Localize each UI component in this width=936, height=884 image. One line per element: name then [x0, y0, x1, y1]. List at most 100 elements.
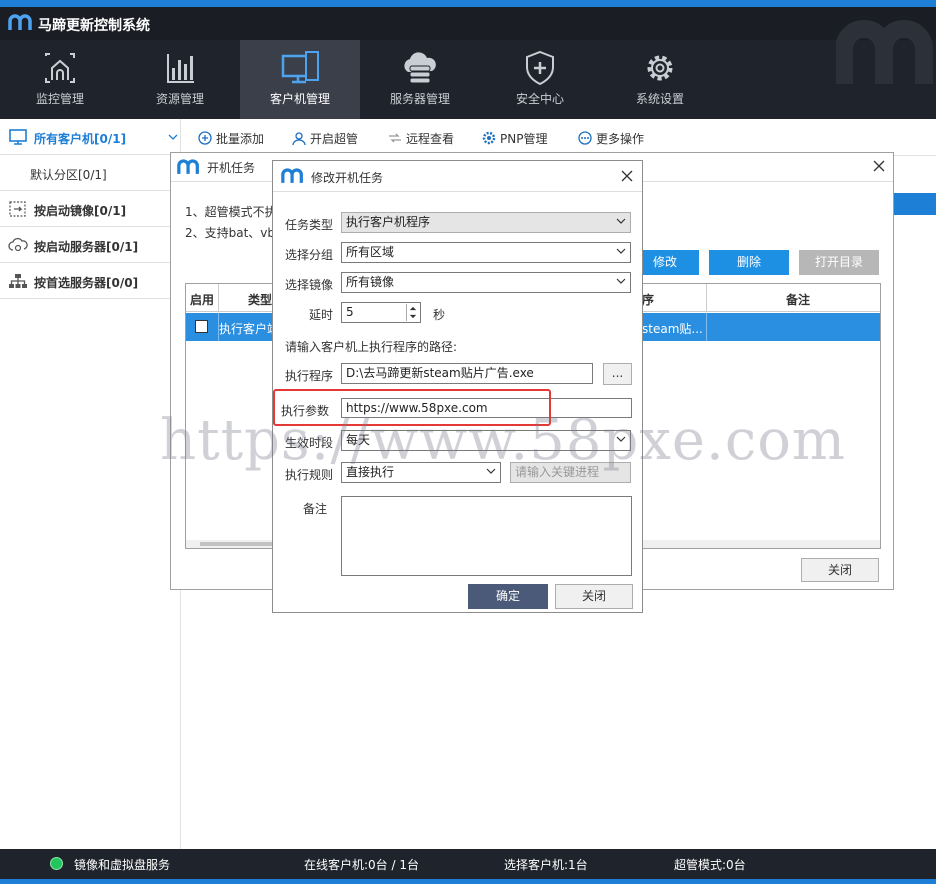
highlight-box: [273, 389, 551, 426]
user-icon: [292, 132, 306, 145]
sidebar-item-label: 按启动服务器[0/1]: [34, 240, 139, 254]
delay-label: 延时: [309, 308, 334, 322]
nav-label: 监控管理: [35, 92, 84, 106]
sidebar-item-label: 所有客户机[0/1]: [34, 132, 127, 146]
monitor-icon: [9, 129, 27, 145]
pnp-label: PNP管理: [500, 132, 548, 146]
chevron-down-icon: [486, 468, 496, 474]
sidebar-item-label: 按启动镜像[0/1]: [34, 204, 127, 218]
app-logo-icon: [8, 14, 32, 30]
stepper-arrows[interactable]: [406, 304, 419, 321]
period-select[interactable]: 每天: [341, 430, 631, 451]
group-value: 所有区域: [346, 245, 395, 259]
nav-settings[interactable]: 系统设置: [600, 40, 720, 119]
nav-label: 安全中心: [515, 92, 564, 106]
program-label: 执行程序: [285, 369, 334, 383]
sidebar-item-all-clients[interactable]: 所有客户机[0/1]: [0, 119, 180, 155]
batch-add-label: 批量添加: [216, 132, 265, 146]
home-monitor-icon: [45, 53, 75, 83]
dialog-title: 修改开机任务: [311, 171, 384, 185]
browse-button[interactable]: ...: [603, 363, 632, 385]
image-label: 选择镜像: [285, 278, 334, 292]
service-status: 镜像和虚拟盘服务: [74, 858, 171, 872]
sidebar-item-by-image[interactable]: 按启动镜像[0/1]: [0, 191, 180, 227]
remote-view-button[interactable]: 远程查看: [388, 130, 454, 147]
note-line-2: 2、支持bat、vb: [185, 226, 276, 240]
program-path-input[interactable]: D:\去马蹄更新steam贴片广告.exe: [341, 363, 593, 384]
task-type-value: 执行客户机程序: [346, 215, 431, 229]
header-program: 序: [642, 293, 655, 307]
close-button[interactable]: 关闭: [801, 558, 879, 582]
shield-icon: [526, 50, 554, 86]
app-title: 马蹄更新控制系统: [38, 18, 150, 34]
status-bar: 镜像和虚拟盘服务 在线客户机:0台 / 1台 选择客户机:1台 超管模式:0台: [0, 849, 936, 884]
chevron-down-icon: [168, 134, 178, 140]
selected-row-strip: [893, 193, 936, 215]
chevron-down-icon: [616, 248, 626, 254]
more-actions-label: 更多操作: [596, 132, 645, 146]
sidebar-item-by-preferred-server[interactable]: 按首选服务器[0/0]: [0, 263, 180, 299]
nav-label: 服务器管理: [389, 92, 450, 106]
close-button[interactable]: 关闭: [555, 584, 633, 609]
nav-server[interactable]: 服务器管理: [360, 40, 480, 119]
gear-icon: [482, 131, 496, 145]
note-label: 备注: [303, 502, 328, 516]
nav-monitor[interactable]: 监控管理: [0, 40, 120, 119]
rule-select[interactable]: 直接执行: [341, 462, 501, 483]
app-logo-icon: [177, 159, 199, 174]
monitor-icon: [281, 51, 319, 84]
arrow-up-icon[interactable]: [409, 306, 417, 311]
ok-button[interactable]: 确定: [468, 584, 548, 609]
close-icon[interactable]: [873, 160, 885, 172]
header-type: 类型: [248, 293, 273, 307]
keyword-process-input[interactable]: 请输入关键进程: [510, 462, 631, 483]
status-dot-icon: [50, 857, 63, 870]
keyword-placeholder: 请输入关键进程: [515, 465, 600, 479]
sidebar-item-default-group[interactable]: 默认分区[0/1]: [0, 155, 180, 191]
close-icon[interactable]: [621, 170, 633, 182]
super-mode-button[interactable]: 开启超管: [292, 130, 358, 147]
note-line-1: 1、超管模式不执: [185, 205, 277, 219]
sidebar-item-label: 按首选服务器[0/0]: [34, 276, 139, 290]
image-icon: [9, 201, 26, 217]
nav-label: 客户机管理: [269, 92, 330, 106]
super-mode-label: 开启超管: [310, 132, 359, 146]
more-actions-button[interactable]: 更多操作: [578, 130, 644, 147]
row-program: steam贴...: [642, 322, 703, 336]
online-clients: 在线客户机:0台 / 1台: [304, 858, 419, 872]
nav-security[interactable]: 安全中心: [480, 40, 600, 119]
remote-icon: [389, 133, 401, 143]
image-value: 所有镜像: [346, 275, 395, 289]
delay-stepper[interactable]: 5: [341, 302, 421, 323]
nav-resource[interactable]: 资源管理: [120, 40, 240, 119]
pnp-button[interactable]: PNP管理: [482, 130, 547, 147]
nav-label: 系统设置: [635, 92, 684, 106]
nav-client[interactable]: 客户机管理: [240, 40, 360, 119]
sidebar-item-by-server[interactable]: 按启动服务器[0/1]: [0, 227, 180, 263]
selected-clients: 选择客户机:1台: [504, 858, 588, 872]
sidebar: 所有客户机[0/1] 默认分区[0/1] 按启动镜像[0/1] 按启动服务器[0…: [0, 119, 181, 849]
group-select[interactable]: 所有区域: [341, 242, 631, 263]
period-value: 每天: [346, 433, 371, 447]
delay-unit: 秒: [433, 308, 446, 322]
delete-button[interactable]: 删除: [709, 250, 789, 275]
network-icon: [9, 274, 27, 288]
batch-add-button[interactable]: 批量添加: [198, 130, 264, 147]
sidebar-item-label: 默认分区[0/1]: [30, 168, 107, 182]
chevron-down-icon: [616, 218, 626, 224]
super-mode-count: 超管模式:0台: [674, 858, 746, 872]
arrow-down-icon[interactable]: [409, 314, 417, 319]
bar-chart-icon: [167, 54, 194, 83]
dialog-title: 开机任务: [207, 161, 256, 175]
task-type-select[interactable]: 执行客户机程序: [341, 212, 631, 233]
group-label: 选择分组: [285, 248, 334, 262]
remote-view-label: 远程查看: [406, 132, 455, 146]
enable-checkbox[interactable]: [195, 320, 208, 333]
period-label: 生效时段: [285, 436, 334, 450]
program-path-value: D:\去马蹄更新steam贴片广告.exe: [346, 366, 534, 380]
dialog-header: 修改开机任务: [273, 161, 642, 191]
note-textarea[interactable]: [341, 496, 632, 576]
image-select[interactable]: 所有镜像: [341, 272, 631, 293]
open-directory-button[interactable]: 打开目录: [799, 250, 879, 275]
title-bar: 马蹄更新控制系统: [0, 0, 936, 40]
